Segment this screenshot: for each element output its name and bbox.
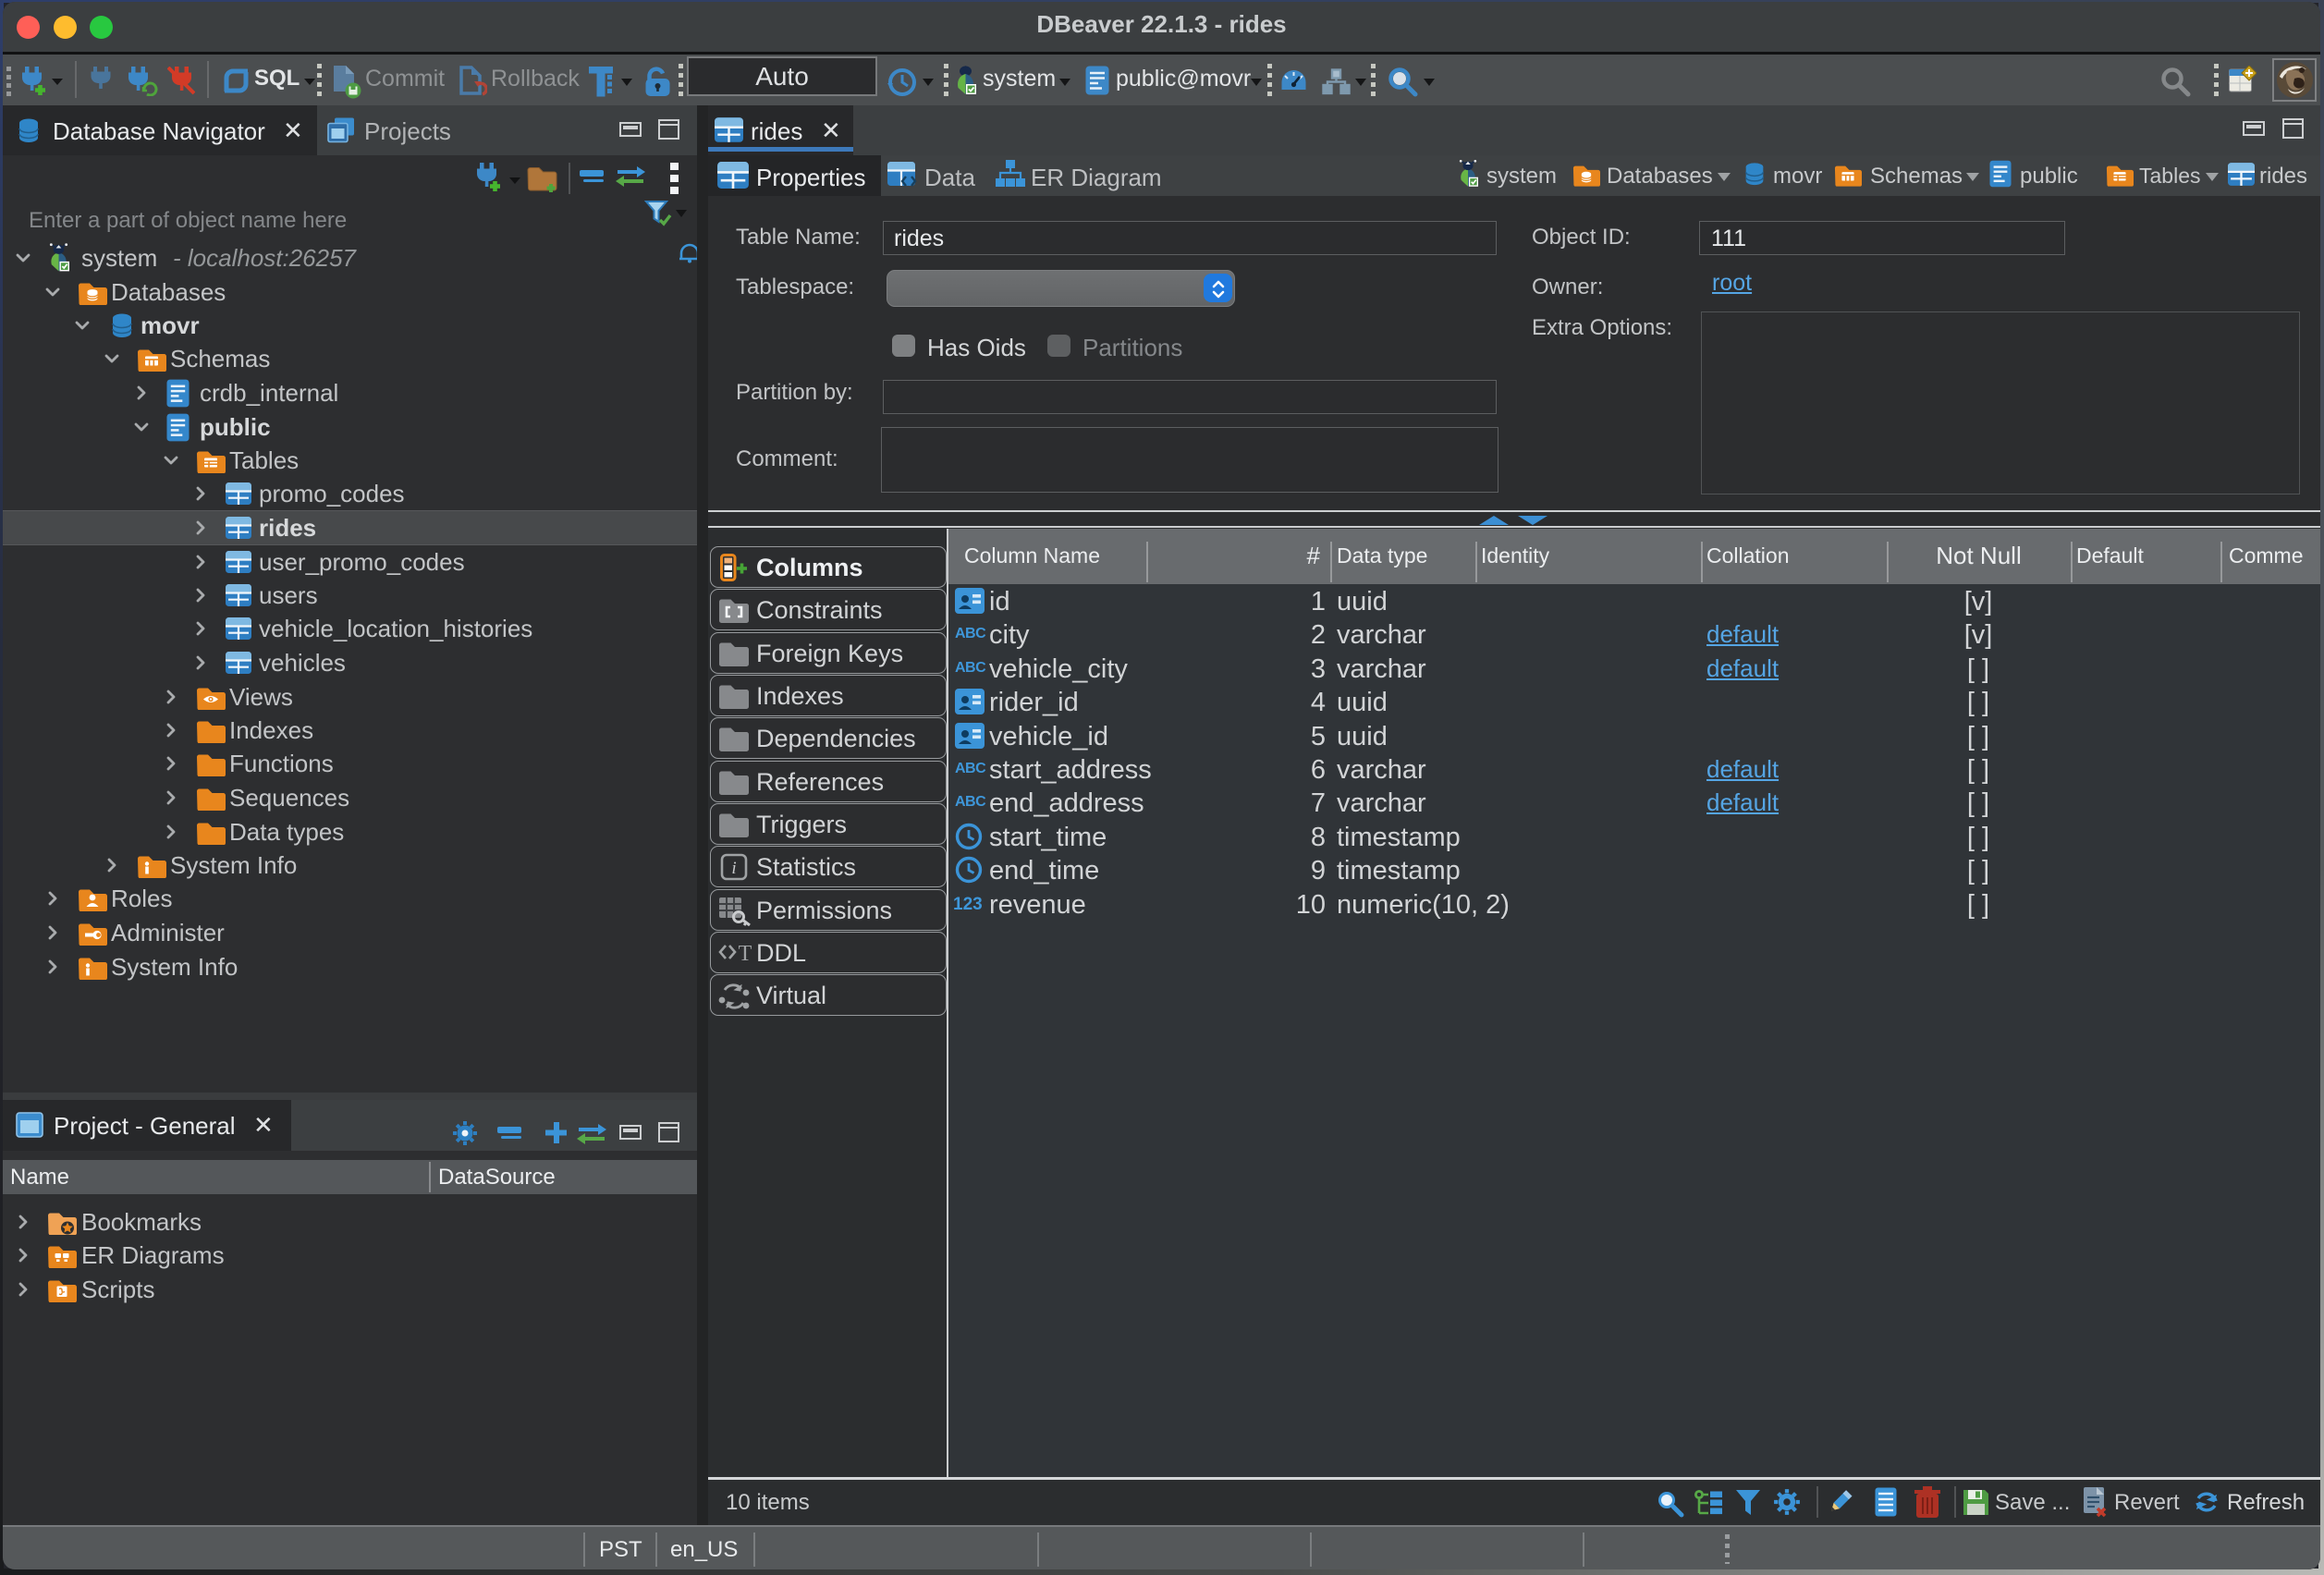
svg-text:T: T (739, 942, 752, 965)
svg-text:i: i (731, 859, 736, 878)
